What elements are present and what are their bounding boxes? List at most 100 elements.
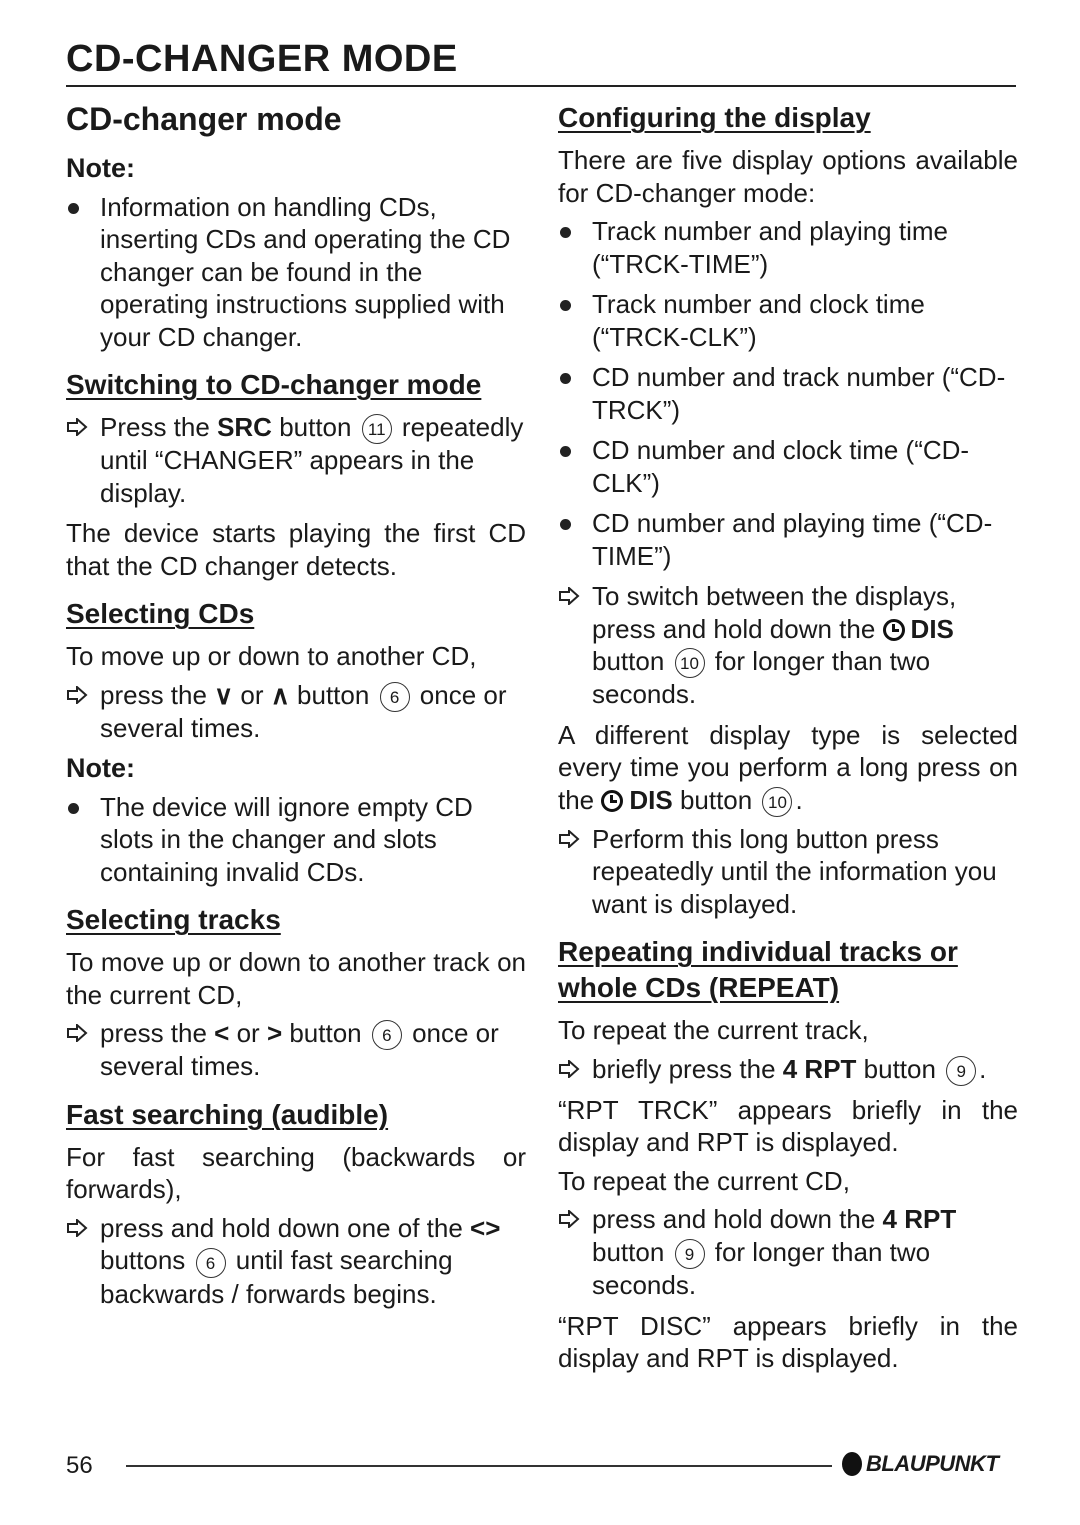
step-item: press and hold down the 4 RPT button 9 f… (558, 1203, 1018, 1301)
button-name: 4 RPT (882, 1204, 957, 1235)
option-text: Track number and clock time (“TRCK-CLK”) (592, 289, 925, 352)
right-column: Configuring the display There are five d… (558, 100, 1018, 1381)
step-text: Press the (100, 412, 218, 442)
button-name: 4 RPT (782, 1053, 857, 1084)
step-item: press the ∨ or ∧ button 6 once or severa… (66, 679, 526, 745)
note-text: Information on handling CDs, inserting C… (100, 191, 511, 352)
note-item: The device will ignore empty CD slots in… (66, 791, 526, 889)
step-text: . (979, 1053, 987, 1084)
step-text: button (289, 679, 377, 710)
bullet-icon (560, 300, 571, 311)
paragraph: “RPT DISC” appears briefly in the displa… (558, 1310, 1018, 1374)
bullet-icon (560, 373, 571, 384)
step-text: Perform this long button press repeatedl… (592, 823, 997, 919)
bullet-icon (560, 446, 571, 457)
clock-icon (601, 789, 624, 812)
heading-selecting-cds: Selecting CDs (66, 598, 255, 630)
heading-selecting-tracks: Selecting tracks (66, 904, 281, 936)
brand-logo: BLAUPUNKT (842, 1451, 999, 1477)
page-title: CD-CHANGER MODE (66, 38, 458, 80)
clock-icon (882, 618, 905, 641)
step-item: press the < or > button 6 once or severa… (66, 1017, 526, 1083)
right-chevron-icon: > (266, 1018, 283, 1049)
button-number-badge: 6 (371, 1020, 402, 1051)
left-right-chevron-icon: <> (470, 1212, 501, 1243)
bullet-icon (68, 802, 79, 814)
note-label: Note: (66, 753, 135, 784)
arrow-icon (559, 587, 580, 605)
step-text: press the (100, 1018, 215, 1049)
step-item: To switch between the displays, press an… (558, 580, 1018, 711)
heading-switching: Switching to CD-changer mode (66, 369, 482, 400)
step-text: button (856, 1053, 944, 1084)
logo-dot-icon (842, 1452, 862, 1476)
option-item: CD number and clock time (“CD-CLK”) (558, 434, 1018, 499)
arrow-icon (67, 418, 88, 436)
heading-config-display: Configuring the display (558, 102, 871, 133)
button-number-badge: 10 (762, 786, 793, 817)
button-number-badge: 9 (946, 1055, 977, 1086)
step-text: or (229, 1018, 267, 1049)
option-item: CD number and playing time (“CD-TIME”) (558, 507, 1018, 572)
left-column: CD-changer mode Note: Information on han… (66, 100, 526, 1318)
note-text: The device will ignore empty CD slots in… (100, 791, 473, 887)
button-number-badge: 6 (195, 1247, 226, 1278)
left-chevron-icon: < (214, 1018, 230, 1049)
button-number-badge: 6 (379, 681, 410, 712)
button-number-badge: 10 (674, 648, 705, 679)
heading-fast-search: Fast searching (audible) (66, 1098, 389, 1130)
arrow-icon (559, 1059, 580, 1078)
step-text: or (233, 679, 271, 710)
up-chevron-icon: ∧ (270, 679, 290, 710)
arrow-icon (67, 685, 88, 704)
option-text: CD number and track number (“CD-TRCK”) (592, 362, 1006, 425)
paragraph: A different display type is selected eve… (558, 719, 1018, 817)
arrow-icon (67, 1218, 88, 1237)
step-item: briefly press the 4 RPT button 9. (558, 1053, 1018, 1086)
option-text: CD number and clock time (“CD-CLK”) (592, 435, 970, 498)
step-text: button (592, 646, 672, 676)
button-number-badge: 11 (361, 414, 392, 445)
heading-repeat: Repeating individual tracks or whole CDs… (558, 936, 958, 1004)
title-rule (66, 85, 1016, 87)
footer-rule (126, 1465, 832, 1467)
step-text: buttons (100, 1245, 193, 1276)
paragraph: The device starts playing the first CD t… (66, 518, 526, 581)
button-name: DIS (910, 613, 954, 644)
step-item: Press the SRC button 11 repeatedly until… (66, 411, 526, 509)
arrow-icon (559, 1210, 580, 1229)
para-text: button (672, 784, 760, 815)
paragraph: To repeat the current track, (558, 1015, 869, 1046)
option-item: CD number and track number (“CD-TRCK”) (558, 361, 1018, 426)
down-chevron-icon: ∨ (214, 679, 234, 710)
arrow-icon (67, 1024, 88, 1043)
step-text: button (282, 1018, 369, 1049)
step-text: press the (100, 679, 215, 710)
step-text: button (271, 412, 359, 442)
step-text: briefly press the (592, 1053, 783, 1084)
page-number: 56 (66, 1452, 93, 1479)
bullet-icon (560, 519, 571, 530)
paragraph: “RPT TRCK” appears briefly in the displa… (558, 1094, 1018, 1158)
brand-name: BLAUPUNKT (866, 1451, 999, 1476)
step-text: button (592, 1236, 672, 1267)
note-label: Note: (66, 153, 135, 183)
paragraph: To move up or down to another CD, (66, 641, 477, 672)
option-item: Track number and clock time (“TRCK-CLK”) (558, 288, 1018, 353)
button-name: SRC (217, 412, 272, 442)
step-item: press and hold down one of the <> button… (66, 1212, 526, 1310)
section-title: CD-changer mode (66, 101, 342, 137)
paragraph: There are five display options available… (558, 145, 1018, 208)
bullet-icon (68, 202, 79, 214)
para-text: . (795, 784, 803, 815)
button-name: DIS (629, 784, 673, 815)
step-text: press and hold down one of the (100, 1212, 471, 1243)
note-item: Information on handling CDs, inserting C… (66, 191, 526, 354)
option-item: Track number and playing time (“TRCK-TIM… (558, 215, 1018, 280)
paragraph: To repeat the current CD, (558, 1165, 850, 1196)
step-item: Perform this long button press repeatedl… (558, 823, 1018, 921)
arrow-icon (559, 829, 580, 848)
option-text: CD number and playing time (“CD-TIME”) (592, 508, 993, 571)
option-text: Track number and playing time (“TRCK-TIM… (592, 216, 948, 279)
button-number-badge: 9 (674, 1239, 705, 1269)
